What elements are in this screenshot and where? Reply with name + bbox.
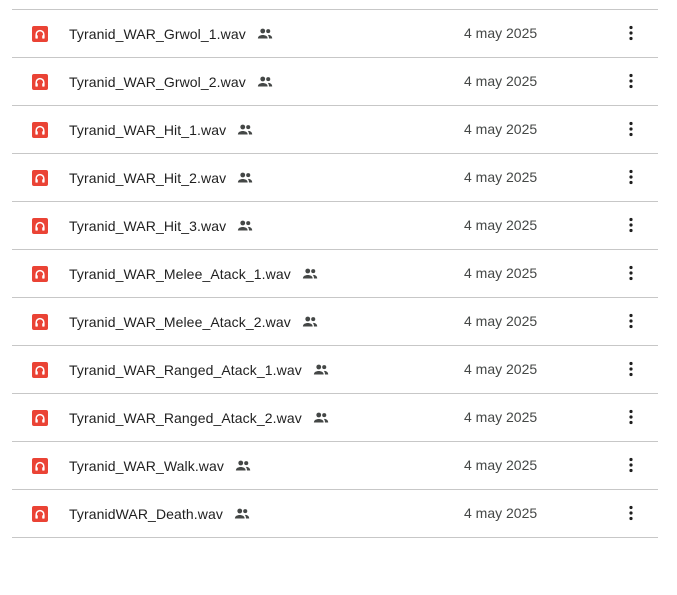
audio-file-icon bbox=[32, 26, 48, 42]
modified-date: 4 may 2025 bbox=[464, 505, 538, 521]
file-name-group: Tyranid_WAR_Ranged_Atack_1.wav bbox=[69, 346, 330, 393]
file-row[interactable]: TyranidWAR_Death.wav 4 may 2025 bbox=[12, 490, 658, 538]
modified-date: 4 may 2025 bbox=[464, 121, 538, 137]
audio-file-icon bbox=[32, 122, 48, 138]
audio-file-icon bbox=[32, 266, 48, 282]
more-actions-button[interactable] bbox=[619, 261, 643, 285]
audio-file-icon bbox=[32, 458, 48, 474]
file-row[interactable]: Tyranid_WAR_Hit_1.wav 4 may 2025 bbox=[12, 106, 658, 154]
file-name[interactable]: Tyranid_WAR_Walk.wav bbox=[69, 458, 224, 474]
more-vert-icon bbox=[629, 265, 633, 281]
modified-date: 4 may 2025 bbox=[464, 313, 538, 329]
modified-date: 4 may 2025 bbox=[464, 361, 538, 377]
file-name-group: Tyranid_WAR_Ranged_Atack_2.wav bbox=[69, 394, 330, 441]
file-row[interactable]: Tyranid_WAR_Hit_2.wav 4 may 2025 bbox=[12, 154, 658, 202]
more-actions-button[interactable] bbox=[619, 501, 643, 525]
more-vert-icon bbox=[629, 361, 633, 377]
more-actions-button[interactable] bbox=[619, 453, 643, 477]
more-vert-icon bbox=[629, 457, 633, 473]
more-vert-icon bbox=[629, 409, 633, 425]
file-row[interactable]: Tyranid_WAR_Ranged_Atack_1.wav 4 may 202… bbox=[12, 346, 658, 394]
file-row[interactable]: Tyranid_WAR_Melee_Atack_2.wav 4 may 2025 bbox=[12, 298, 658, 346]
shared-people-icon bbox=[256, 25, 274, 43]
audio-file-icon bbox=[32, 74, 48, 90]
audio-file-icon bbox=[32, 314, 48, 330]
audio-file-icon bbox=[32, 218, 48, 234]
audio-file-icon bbox=[32, 506, 48, 522]
audio-file-icon bbox=[32, 362, 48, 378]
more-vert-icon bbox=[629, 25, 633, 41]
file-row[interactable]: Tyranid_WAR_Grwol_2.wav 4 may 2025 bbox=[12, 58, 658, 106]
shared-people-icon bbox=[234, 457, 252, 475]
more-actions-button[interactable] bbox=[619, 117, 643, 141]
more-vert-icon bbox=[629, 217, 633, 233]
file-row[interactable]: Tyranid_WAR_Ranged_Atack_2.wav 4 may 202… bbox=[12, 394, 658, 442]
more-actions-button[interactable] bbox=[619, 213, 643, 237]
file-name[interactable]: TyranidWAR_Death.wav bbox=[69, 506, 223, 522]
shared-people-icon bbox=[236, 217, 254, 235]
modified-date: 4 may 2025 bbox=[464, 457, 538, 473]
more-actions-button[interactable] bbox=[619, 357, 643, 381]
file-list: Tyranid_WAR_Grwol_1.wav 4 may 2025 Tyran… bbox=[12, 9, 658, 538]
modified-date: 4 may 2025 bbox=[464, 169, 538, 185]
file-name-group: Tyranid_WAR_Walk.wav bbox=[69, 442, 252, 489]
more-vert-icon bbox=[629, 73, 633, 89]
more-actions-button[interactable] bbox=[619, 21, 643, 45]
file-name[interactable]: Tyranid_WAR_Melee_Atack_1.wav bbox=[69, 266, 291, 282]
modified-date: 4 may 2025 bbox=[464, 25, 538, 41]
shared-people-icon bbox=[301, 313, 319, 331]
file-name[interactable]: Tyranid_WAR_Ranged_Atack_1.wav bbox=[69, 362, 302, 378]
shared-people-icon bbox=[236, 169, 254, 187]
modified-date: 4 may 2025 bbox=[464, 73, 538, 89]
more-actions-button[interactable] bbox=[619, 69, 643, 93]
file-name-group: Tyranid_WAR_Grwol_1.wav bbox=[69, 10, 274, 57]
file-name[interactable]: Tyranid_WAR_Hit_3.wav bbox=[69, 218, 226, 234]
file-row[interactable]: Tyranid_WAR_Grwol_1.wav 4 may 2025 bbox=[12, 10, 658, 58]
more-vert-icon bbox=[629, 169, 633, 185]
modified-date: 4 may 2025 bbox=[464, 217, 538, 233]
file-name-group: Tyranid_WAR_Hit_1.wav bbox=[69, 106, 254, 153]
file-name[interactable]: Tyranid_WAR_Grwol_1.wav bbox=[69, 26, 246, 42]
file-name-group: Tyranid_WAR_Melee_Atack_1.wav bbox=[69, 250, 319, 297]
file-name[interactable]: Tyranid_WAR_Ranged_Atack_2.wav bbox=[69, 410, 302, 426]
more-actions-button[interactable] bbox=[619, 405, 643, 429]
file-name-group: Tyranid_WAR_Hit_2.wav bbox=[69, 154, 254, 201]
file-name-group: Tyranid_WAR_Melee_Atack_2.wav bbox=[69, 298, 319, 345]
file-name-group: Tyranid_WAR_Hit_3.wav bbox=[69, 202, 254, 249]
more-actions-button[interactable] bbox=[619, 309, 643, 333]
file-name[interactable]: Tyranid_WAR_Grwol_2.wav bbox=[69, 74, 246, 90]
file-name[interactable]: Tyranid_WAR_Hit_1.wav bbox=[69, 122, 226, 138]
shared-people-icon bbox=[256, 73, 274, 91]
file-row[interactable]: Tyranid_WAR_Melee_Atack_1.wav 4 may 2025 bbox=[12, 250, 658, 298]
more-vert-icon bbox=[629, 313, 633, 329]
more-vert-icon bbox=[629, 505, 633, 521]
shared-people-icon bbox=[236, 121, 254, 139]
shared-people-icon bbox=[312, 361, 330, 379]
shared-people-icon bbox=[233, 505, 251, 523]
file-name[interactable]: Tyranid_WAR_Melee_Atack_2.wav bbox=[69, 314, 291, 330]
audio-file-icon bbox=[32, 170, 48, 186]
shared-people-icon bbox=[312, 409, 330, 427]
modified-date: 4 may 2025 bbox=[464, 409, 538, 425]
file-name-group: TyranidWAR_Death.wav bbox=[69, 490, 251, 537]
shared-people-icon bbox=[301, 265, 319, 283]
modified-date: 4 may 2025 bbox=[464, 265, 538, 281]
file-name[interactable]: Tyranid_WAR_Hit_2.wav bbox=[69, 170, 226, 186]
more-vert-icon bbox=[629, 121, 633, 137]
file-name-group: Tyranid_WAR_Grwol_2.wav bbox=[69, 58, 274, 105]
file-row[interactable]: Tyranid_WAR_Hit_3.wav 4 may 2025 bbox=[12, 202, 658, 250]
file-row[interactable]: Tyranid_WAR_Walk.wav 4 may 2025 bbox=[12, 442, 658, 490]
audio-file-icon bbox=[32, 410, 48, 426]
more-actions-button[interactable] bbox=[619, 165, 643, 189]
